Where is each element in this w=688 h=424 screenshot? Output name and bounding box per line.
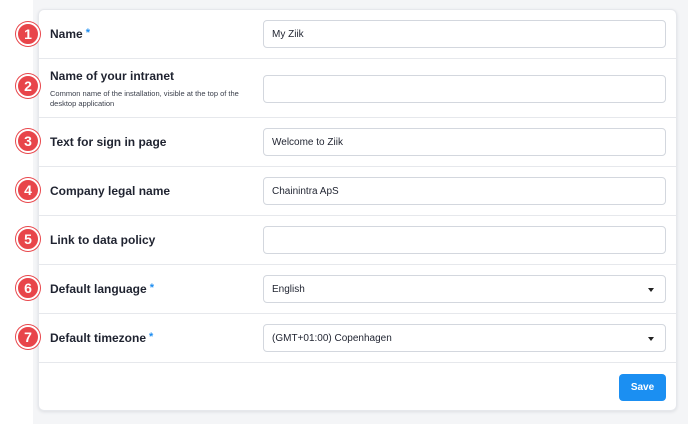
data-policy-link-label: Link to data policy <box>50 233 156 247</box>
step-badge-7: 7 <box>16 325 40 349</box>
default-timezone-select[interactable]: (GMT+01:00) Copenhagen <box>263 324 666 352</box>
caret-down-icon <box>648 337 654 341</box>
default-timezone-label: Default timezone * <box>50 331 154 345</box>
step-badge-2: 2 <box>16 74 40 98</box>
step-badge-5: 5 <box>16 227 40 251</box>
step-badge-6: 6 <box>16 276 40 300</box>
form-row-default-language: Default language * English <box>39 265 676 314</box>
form-row-sign-in-text: Text for sign in page <box>39 118 676 167</box>
step-badge-4: 4 <box>16 178 40 202</box>
company-legal-name-input[interactable] <box>263 177 666 205</box>
intranet-name-input[interactable] <box>263 75 666 103</box>
settings-form-card: Name* Name of your intranet Common name … <box>38 9 677 411</box>
name-input[interactable] <box>263 20 666 48</box>
required-marker: * <box>149 331 154 343</box>
default-language-label: Default language * <box>50 282 154 296</box>
sign-in-text-input[interactable] <box>263 128 666 156</box>
default-timezone-value: (GMT+01:00) Copenhagen <box>272 333 392 344</box>
name-label: Name * <box>50 27 90 41</box>
company-legal-name-label: Company legal name <box>50 184 171 198</box>
step-badge-3: 3 <box>16 129 40 153</box>
intranet-name-label: Name of your intranet <box>50 69 175 83</box>
default-language-select[interactable]: English <box>263 275 666 303</box>
intranet-name-description: Common name of the installation, visible… <box>50 89 239 108</box>
step-badge-1: 1 <box>16 22 40 46</box>
form-row-intranet-name: Name of your intranet Common name of the… <box>39 59 676 118</box>
save-button[interactable]: Save <box>619 374 666 401</box>
default-language-value: English <box>272 284 305 295</box>
required-marker: * <box>85 27 90 39</box>
caret-down-icon <box>648 288 654 292</box>
form-row-company-legal-name: Company legal name <box>39 167 676 216</box>
form-row-default-timezone: Default timezone * (GMT+01:00) Copenhagen <box>39 314 676 363</box>
sign-in-text-label: Text for sign in page <box>50 135 167 149</box>
form-row-data-policy-link: Link to data policy <box>39 216 676 265</box>
data-policy-link-input[interactable] <box>263 226 666 254</box>
required-marker: * <box>149 282 154 294</box>
form-row-name: Name * <box>39 10 676 59</box>
